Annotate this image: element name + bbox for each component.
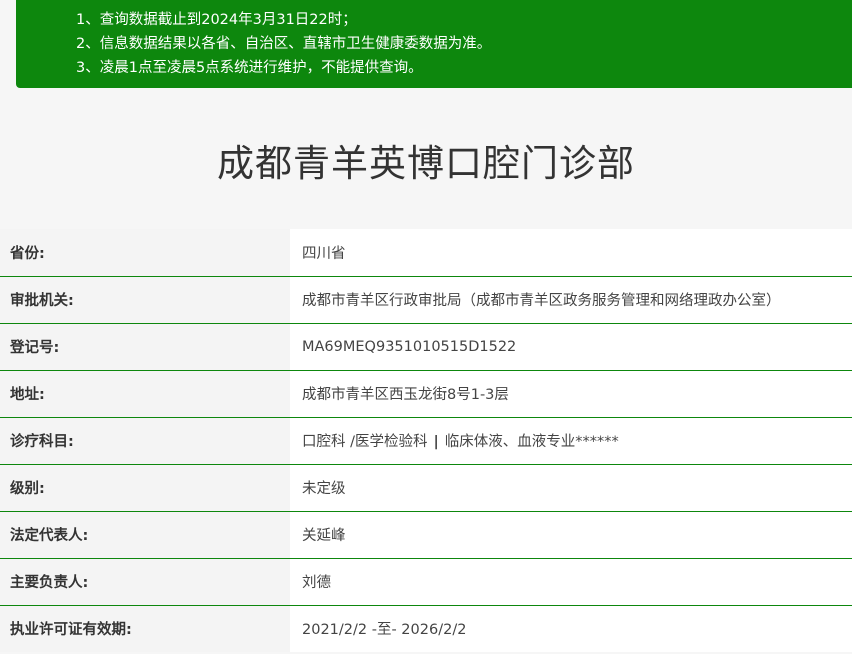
address-value: 成都市青羊区西玉龙街8号1-3层 [290, 370, 852, 418]
table-row-address: 地址: 成都市青羊区西玉龙街8号1-3层 [0, 370, 852, 418]
registration-label: 登记号: [0, 323, 290, 371]
table-row-registration: 登记号: MA69MEQ9351010515D1522 [0, 323, 852, 371]
address-label: 地址: [0, 370, 290, 418]
departments-value: 口腔科 /医学检验科 | 临床体液、血液专业****** [290, 417, 852, 465]
license-validity-label: 执业许可证有效期: [0, 605, 290, 652]
table-row-province: 省份: 四川省 [0, 229, 852, 277]
notice-line-1: 1、查询数据截止到2024年3月31日22时； [76, 12, 357, 28]
province-label: 省份: [0, 229, 290, 277]
level-label: 级别: [0, 464, 290, 512]
table-row-level: 级别: 未定级 [0, 464, 852, 512]
table-row-legal-rep: 法定代表人: 关延峰 [0, 511, 852, 559]
principal-label: 主要负责人: [0, 558, 290, 606]
notice-line-2: 2、信息数据结果以各省、自治区、直辖市卫生健康委数据为准。 [76, 36, 492, 52]
authority-value: 成都市青羊区行政审批局（成都市青羊区政务服务管理和网络理政办公室） [290, 276, 852, 324]
departments-primary: 口腔科 /医学检验科 [302, 434, 428, 450]
departments-secondary: 临床体液、血液专业****** [444, 434, 619, 450]
legal-rep-value: 关延峰 [290, 511, 852, 559]
level-value: 未定级 [290, 464, 852, 512]
clinic-info-table: 省份: 四川省 审批机关: 成都市青羊区行政审批局（成都市青羊区政务服务管理和网… [0, 229, 852, 652]
departments-separator: | [433, 434, 439, 450]
table-row-authority: 审批机关: 成都市青羊区行政审批局（成都市青羊区政务服务管理和网络理政办公室） [0, 276, 852, 324]
province-value: 四川省 [290, 229, 852, 277]
page-title: 成都青羊英博口腔门诊部 [217, 142, 635, 185]
principal-value: 刘德 [290, 558, 852, 606]
registration-value: MA69MEQ9351010515D1522 [290, 323, 852, 371]
table-row-license-validity: 执业许可证有效期: 2021/2/2 -至- 2026/2/2 [0, 605, 852, 652]
license-validity-value: 2021/2/2 -至- 2026/2/2 [290, 605, 852, 652]
departments-label: 诊疗科目: [0, 417, 290, 465]
table-row-departments: 诊疗科目: 口腔科 /医学检验科 | 临床体液、血液专业****** [0, 417, 852, 465]
legal-rep-label: 法定代表人: [0, 511, 290, 559]
notice-line-3: 3、凌晨1点至凌晨5点系统进行维护，不能提供查询。 [76, 60, 423, 76]
authority-label: 审批机关: [0, 276, 290, 324]
notice-banner: 1、查询数据截止到2024年3月31日22时； 2、信息数据结果以各省、自治区、… [16, 0, 852, 88]
table-row-principal: 主要负责人: 刘德 [0, 558, 852, 606]
